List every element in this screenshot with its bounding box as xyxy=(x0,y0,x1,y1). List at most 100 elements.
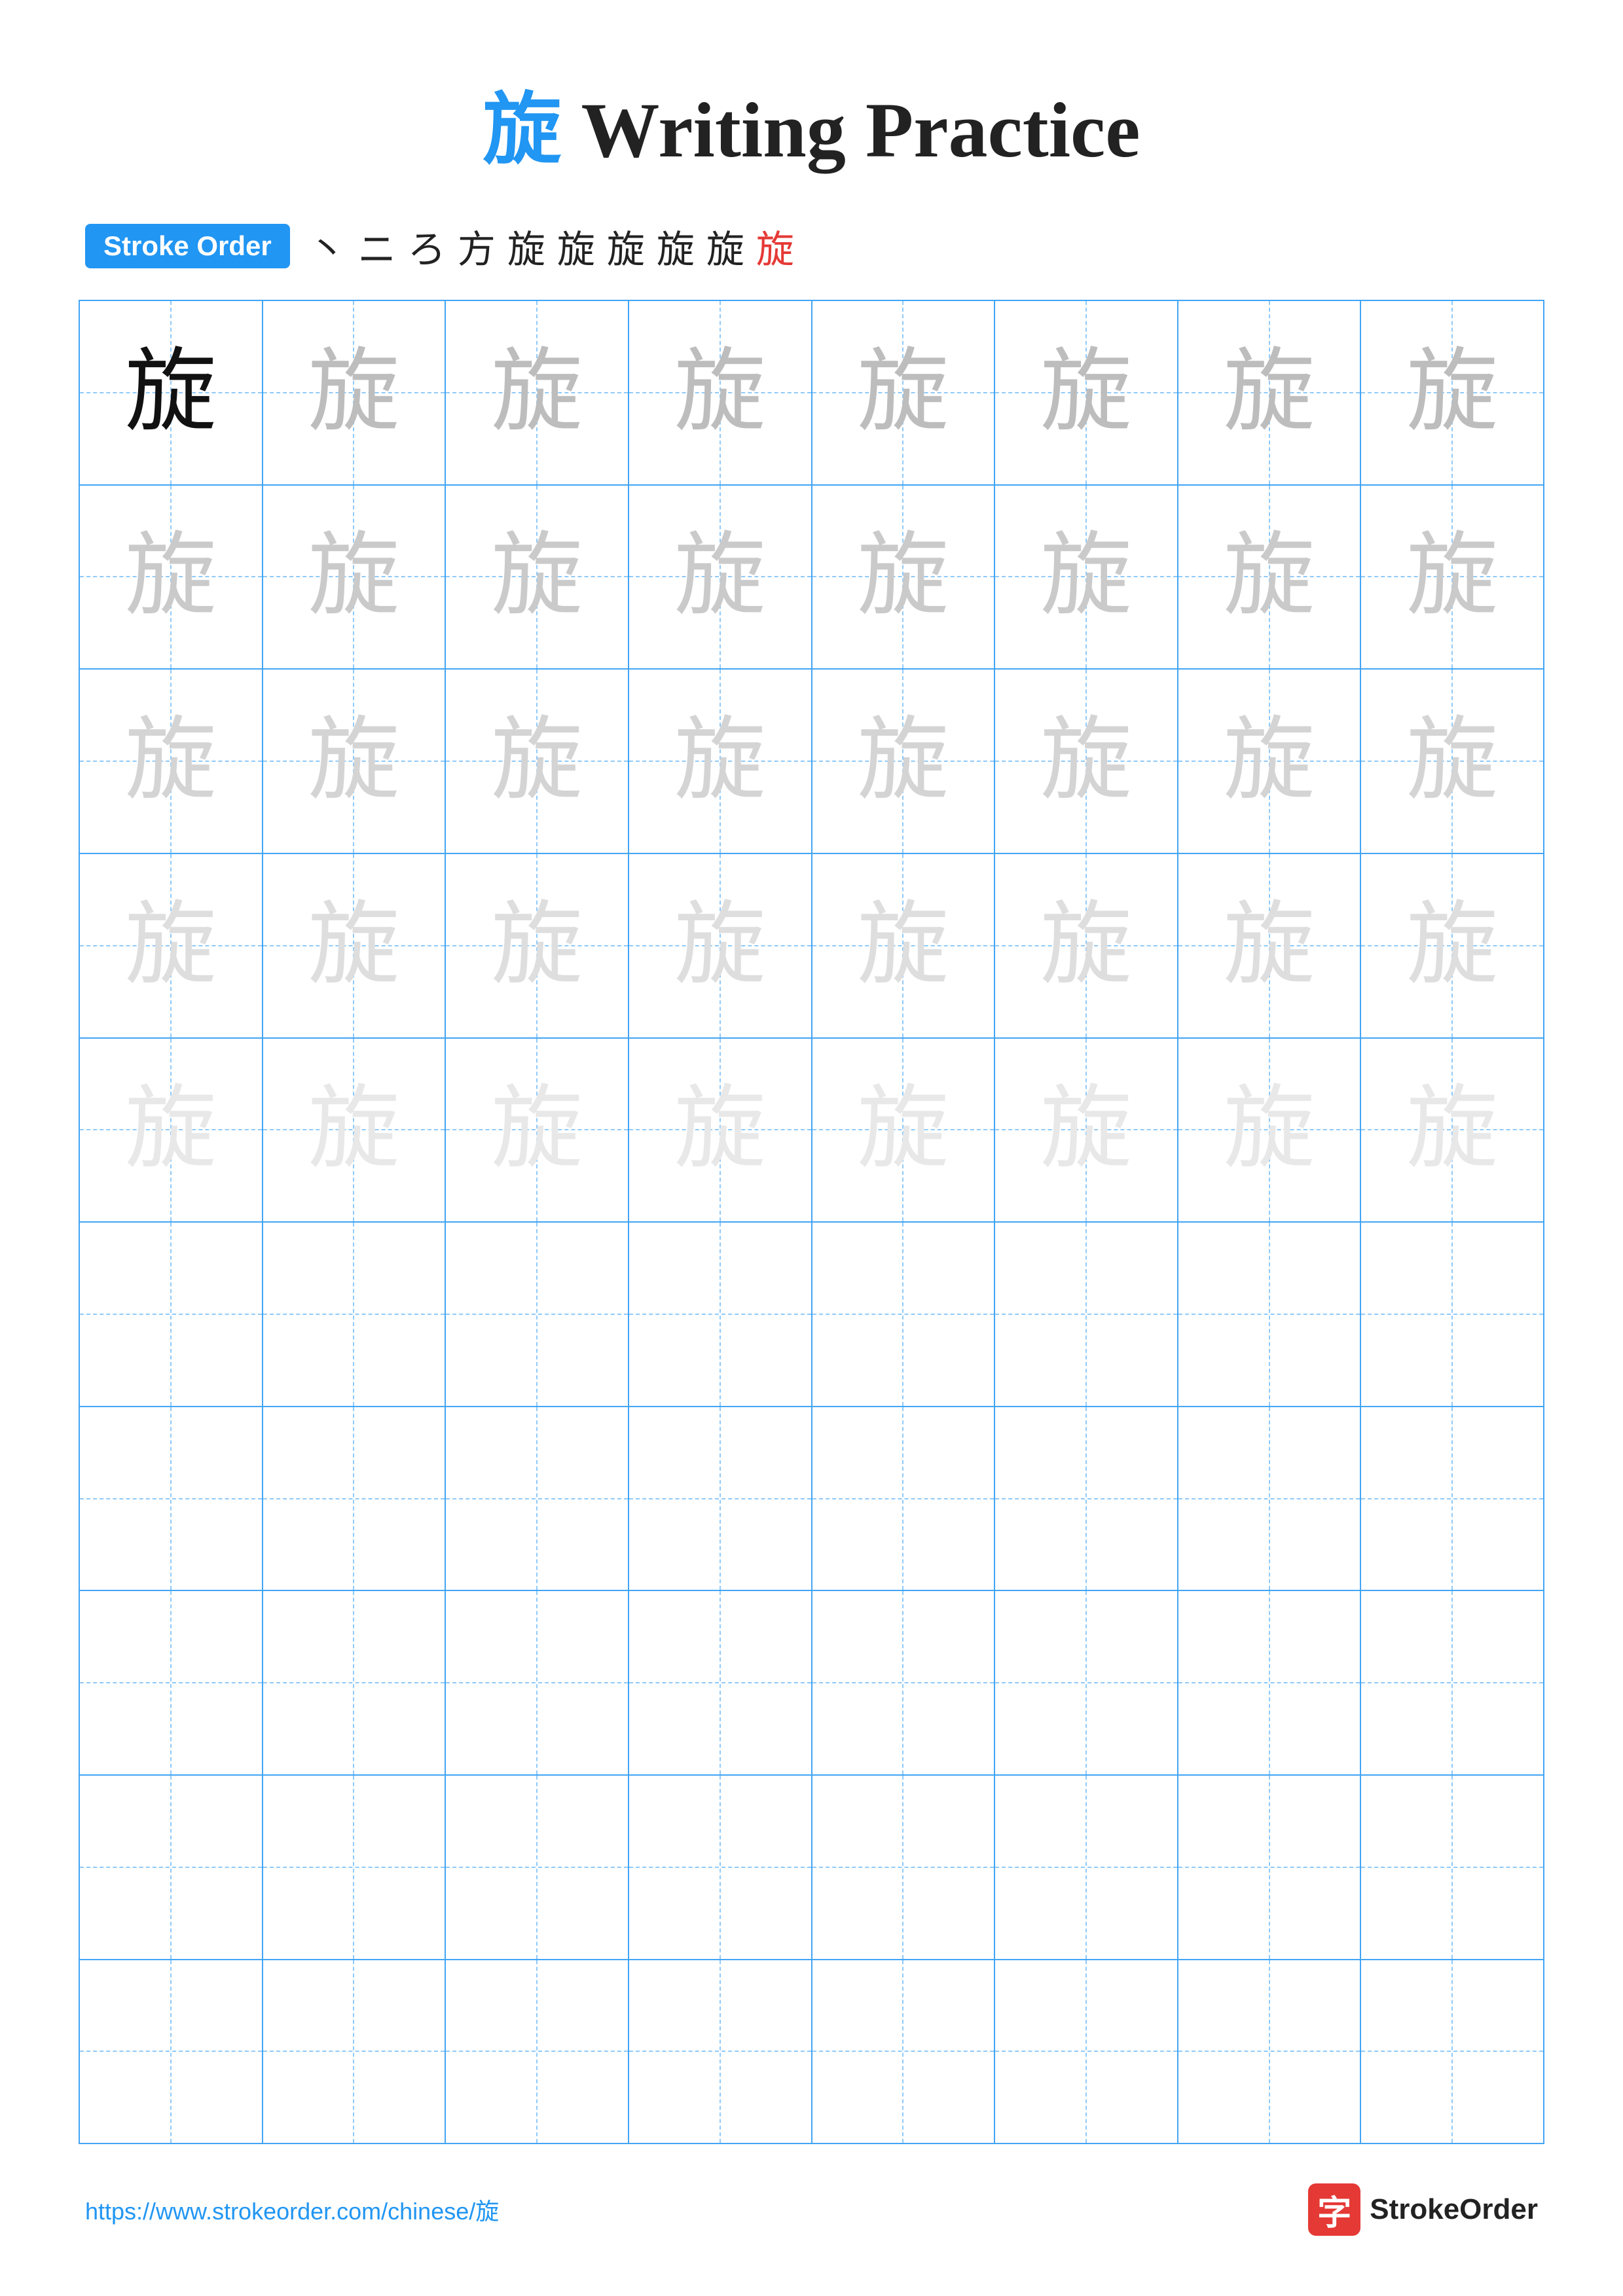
grid-cell[interactable]: 旋 xyxy=(1178,301,1362,484)
grid-cell[interactable]: 旋 xyxy=(263,854,447,1037)
grid-cell[interactable]: 旋 xyxy=(80,301,263,484)
grid-cell[interactable] xyxy=(80,1776,263,1959)
grid-cell[interactable] xyxy=(995,1960,1178,2144)
stroke-order-label: Stroke Order xyxy=(85,224,290,268)
grid-cell[interactable] xyxy=(1178,1591,1362,1774)
footer-logo: 字 StrokeOrder xyxy=(1308,2183,1538,2236)
grid-cell[interactable]: 旋 xyxy=(995,301,1178,484)
grid-cell[interactable]: 旋 xyxy=(1361,670,1543,853)
grid-cell[interactable]: 旋 xyxy=(812,1039,996,1222)
grid-cell[interactable] xyxy=(446,1960,629,2144)
grid-cell[interactable] xyxy=(629,1223,812,1406)
grid-cell[interactable] xyxy=(263,1407,447,1590)
grid-cell[interactable]: 旋 xyxy=(80,670,263,853)
grid-cell[interactable] xyxy=(446,1407,629,1590)
grid-cell[interactable] xyxy=(1178,1960,1362,2144)
grid-cell[interactable] xyxy=(1178,1223,1362,1406)
grid-cell[interactable] xyxy=(812,1776,996,1959)
grid-cell[interactable] xyxy=(629,1591,812,1774)
grid-cell[interactable] xyxy=(1361,1407,1543,1590)
grid-cell[interactable] xyxy=(80,1407,263,1590)
grid-cell[interactable] xyxy=(812,1591,996,1774)
grid-row-10 xyxy=(80,1960,1543,2144)
grid-cell[interactable]: 旋 xyxy=(446,301,629,484)
grid-cell[interactable]: 旋 xyxy=(812,301,996,484)
grid-cell[interactable] xyxy=(263,1776,447,1959)
grid-cell[interactable] xyxy=(446,1223,629,1406)
grid-cell[interactable]: 旋 xyxy=(446,486,629,669)
grid-row-8 xyxy=(80,1591,1543,1776)
grid-cell[interactable]: 旋 xyxy=(1361,486,1543,669)
grid-row-6 xyxy=(80,1223,1543,1407)
grid-cell[interactable] xyxy=(629,1407,812,1590)
grid-cell[interactable] xyxy=(446,1776,629,1959)
grid-cell[interactable]: 旋 xyxy=(1178,670,1362,853)
grid-row-2: 旋 旋 旋 旋 旋 旋 旋 旋 xyxy=(80,486,1543,670)
grid-cell[interactable]: 旋 xyxy=(995,486,1178,669)
grid-cell[interactable] xyxy=(812,1223,996,1406)
grid-cell[interactable]: 旋 xyxy=(80,854,263,1037)
grid-cell[interactable] xyxy=(80,1223,263,1406)
grid-cell[interactable] xyxy=(1361,1223,1543,1406)
grid-cell[interactable] xyxy=(629,1776,812,1959)
grid-cell[interactable]: 旋 xyxy=(1361,1039,1543,1222)
grid-cell[interactable]: 旋 xyxy=(1361,854,1543,1037)
grid-cell[interactable]: 旋 xyxy=(1178,1039,1362,1222)
grid-cell[interactable]: 旋 xyxy=(446,854,629,1037)
grid-cell[interactable]: 旋 xyxy=(446,1039,629,1222)
grid-cell[interactable] xyxy=(1361,1776,1543,1959)
grid-row-9 xyxy=(80,1776,1543,1960)
grid-cell[interactable] xyxy=(995,1591,1178,1774)
grid-cell[interactable] xyxy=(263,1223,447,1406)
grid-cell[interactable]: 旋 xyxy=(629,486,812,669)
grid-cell[interactable]: 旋 xyxy=(263,670,447,853)
grid-cell[interactable] xyxy=(1361,1960,1543,2144)
grid-row-3: 旋 旋 旋 旋 旋 旋 旋 旋 xyxy=(80,670,1543,854)
grid-cell[interactable] xyxy=(629,1960,812,2144)
grid-cell[interactable]: 旋 xyxy=(629,1039,812,1222)
grid-cell[interactable] xyxy=(80,1591,263,1774)
grid-cell[interactable]: 旋 xyxy=(629,854,812,1037)
grid-cell[interactable]: 旋 xyxy=(629,670,812,853)
grid-cell[interactable] xyxy=(263,1960,447,2144)
grid-row-7 xyxy=(80,1407,1543,1592)
grid-cell[interactable]: 旋 xyxy=(812,670,996,853)
grid-cell[interactable] xyxy=(446,1591,629,1774)
stroke-5: 旋 xyxy=(507,219,545,274)
stroke-8: 旋 xyxy=(657,219,695,274)
title-char: 旋 xyxy=(483,86,561,173)
grid-cell[interactable]: 旋 xyxy=(446,670,629,853)
grid-cell[interactable] xyxy=(812,1960,996,2144)
grid-cell[interactable]: 旋 xyxy=(995,670,1178,853)
grid-cell[interactable]: 旋 xyxy=(263,1039,447,1222)
grid-cell[interactable]: 旋 xyxy=(80,1039,263,1222)
stroke-10-final: 旋 xyxy=(756,219,794,274)
title-rest: Writing Practice xyxy=(561,86,1140,173)
grid-cell[interactable]: 旋 xyxy=(995,1039,1178,1222)
grid-cell[interactable]: 旋 xyxy=(80,486,263,669)
grid-cell[interactable]: 旋 xyxy=(1178,854,1362,1037)
grid-cell[interactable]: 旋 xyxy=(995,854,1178,1037)
footer-logo-icon: 字 xyxy=(1308,2183,1360,2236)
grid-cell[interactable] xyxy=(263,1591,447,1774)
grid-cell[interactable] xyxy=(1178,1776,1362,1959)
grid-cell[interactable]: 旋 xyxy=(1178,486,1362,669)
grid-cell[interactable] xyxy=(995,1223,1178,1406)
grid-cell[interactable]: 旋 xyxy=(812,486,996,669)
grid-cell[interactable] xyxy=(1361,1591,1543,1774)
stroke-9: 旋 xyxy=(706,219,744,274)
footer-url[interactable]: https://www.strokeorder.com/chinese/旋 xyxy=(85,2193,499,2227)
grid-cell[interactable] xyxy=(80,1960,263,2144)
grid-row-4: 旋 旋 旋 旋 旋 旋 旋 旋 xyxy=(80,854,1543,1039)
grid-row-1: 旋 旋 旋 旋 旋 旋 旋 旋 xyxy=(80,301,1543,486)
grid-cell[interactable]: 旋 xyxy=(263,301,447,484)
grid-cell[interactable] xyxy=(995,1776,1178,1959)
grid-cell[interactable] xyxy=(812,1407,996,1590)
grid-cell[interactable]: 旋 xyxy=(263,486,447,669)
grid-cell[interactable]: 旋 xyxy=(1361,301,1543,484)
grid-cell[interactable] xyxy=(1178,1407,1362,1590)
grid-cell[interactable]: 旋 xyxy=(629,301,812,484)
grid-cell[interactable]: 旋 xyxy=(812,854,996,1037)
grid-cell[interactable] xyxy=(995,1407,1178,1590)
practice-grid: 旋 旋 旋 旋 旋 旋 旋 旋 旋 旋 旋 旋 旋 旋 旋 旋 旋 旋 旋 旋 … xyxy=(79,300,1544,2144)
